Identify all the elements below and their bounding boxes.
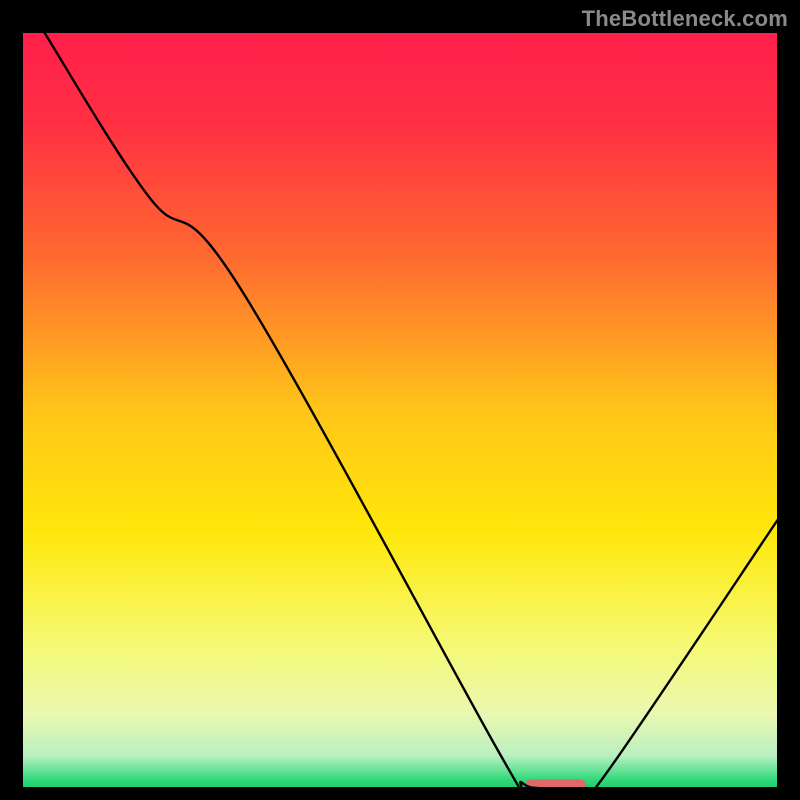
bottleneck-chart <box>20 30 780 790</box>
gradient-background <box>20 30 780 790</box>
chart-frame <box>20 30 780 790</box>
watermark-text: TheBottleneck.com <box>582 6 788 32</box>
